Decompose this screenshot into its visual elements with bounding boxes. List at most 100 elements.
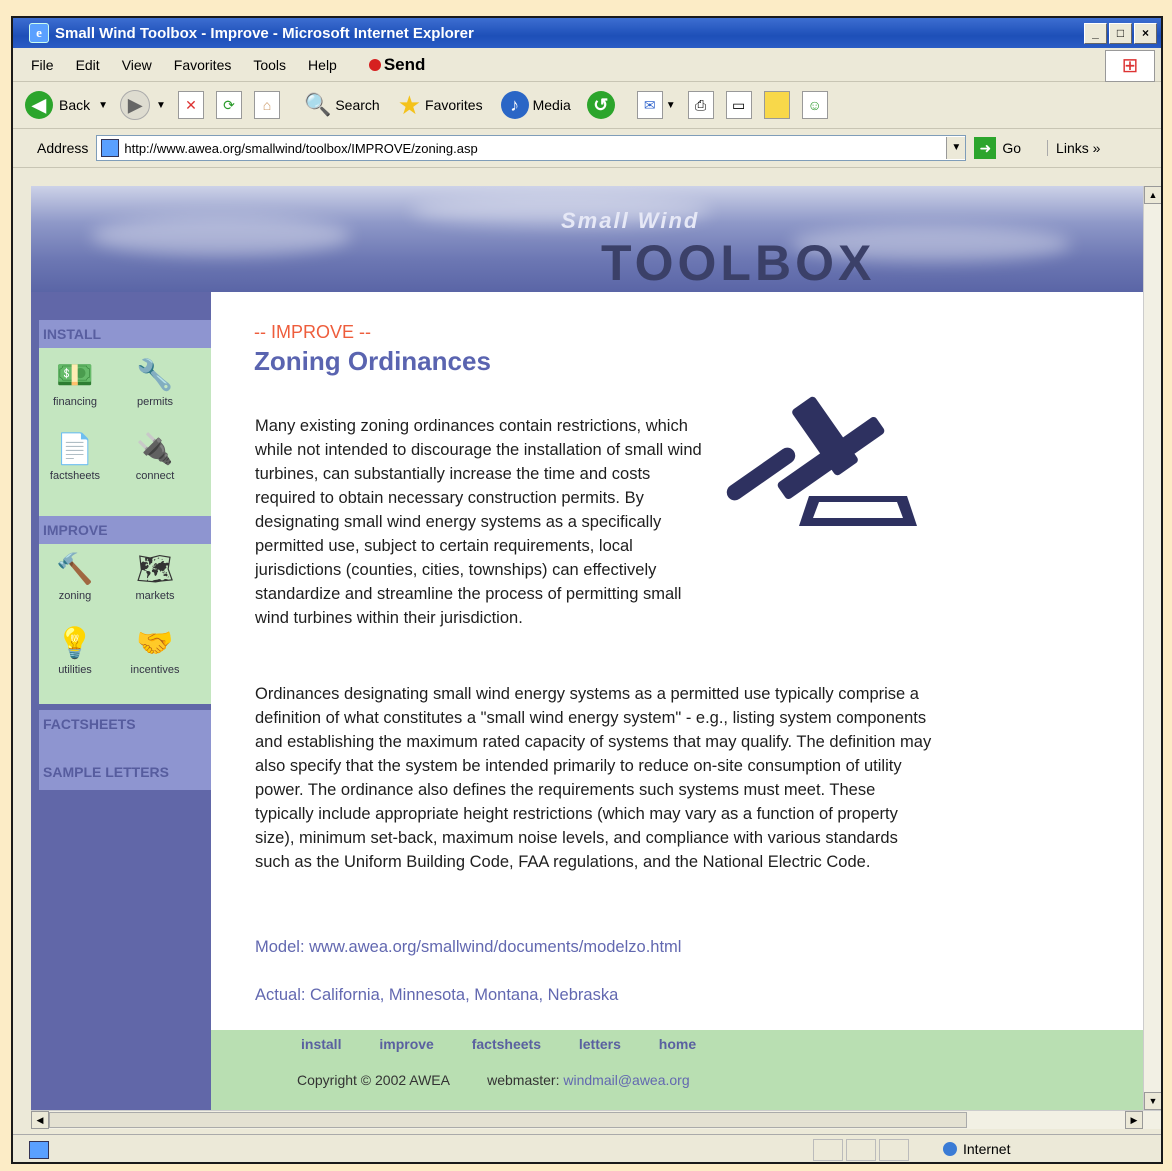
forward-button[interactable]: ▶ ▼ (120, 90, 166, 120)
media-button[interactable]: ♪ Media (500, 91, 571, 119)
sidebar-improve-heading[interactable]: IMPROVE (39, 516, 211, 544)
gavel-illustration (726, 396, 917, 526)
sidebar-install-heading[interactable]: INSTALL (39, 320, 211, 348)
banner-toolbox: TOOLBOX (601, 235, 876, 291)
install-panel: 💵 financing 🔧 permits 📄 factsheets 🔌 con… (39, 348, 211, 516)
close-button[interactable]: × (1134, 23, 1157, 44)
page-title: Zoning Ordinances (254, 346, 491, 376)
search-button[interactable]: 🔍 Search (304, 92, 380, 118)
actual-link-california[interactable]: California (310, 986, 380, 1004)
refresh-button[interactable]: ⟳ (215, 91, 242, 119)
sidebar-item-markets[interactable]: 🗺 markets (119, 550, 191, 602)
status-cells (813, 1139, 909, 1161)
banner-small-wind: Small Wind (561, 208, 700, 233)
footer-link-factsheets[interactable]: factsheets (472, 1036, 541, 1052)
mail-icon: ✉ (636, 91, 663, 119)
back-label: Back (59, 97, 91, 113)
actual-reference: Actual: California, Minnesota, Montana, … (255, 986, 619, 1004)
sidebar-item-zoning[interactable]: 🔨 zoning (39, 550, 111, 602)
edit-button[interactable]: ▭ (725, 91, 752, 119)
footer-link-letters[interactable]: letters (579, 1036, 621, 1052)
actual-link-nebraska[interactable]: Nebraska (548, 986, 619, 1004)
sidebar-item-label: utilities (58, 664, 92, 676)
sidebar-factsheets-link[interactable]: FACTSHEETS (43, 716, 136, 732)
model-link[interactable]: www.awea.org/smallwind/documents/modelzo… (309, 938, 681, 956)
page-content: Small Wind TOOLBOX INSTALL 💵 financing 🔧… (31, 186, 1143, 1110)
back-button[interactable]: ◀ Back ▼ (25, 91, 108, 119)
site-banner: Small Wind TOOLBOX (31, 186, 1143, 292)
favorites-button[interactable]: ★ Favorites (398, 90, 483, 121)
horizontal-scroll-thumb[interactable] (49, 1112, 967, 1128)
scroll-down-icon[interactable]: ▼ (1144, 1092, 1161, 1110)
zone-label: Internet (963, 1141, 1011, 1157)
footer-link-home[interactable]: home (659, 1036, 696, 1052)
media-icon: ♪ (500, 91, 529, 119)
plug-icon: 🔌 (136, 433, 174, 466)
go-label: Go (1002, 140, 1022, 156)
menu-view[interactable]: View (122, 57, 152, 73)
address-label: Address (37, 140, 89, 156)
footer-link-improve[interactable]: improve (379, 1036, 433, 1052)
vertical-scrollbar[interactable]: ▲ ▼ (1143, 186, 1161, 1110)
globe-icon (943, 1142, 957, 1156)
stop-button[interactable]: ✕ (177, 91, 204, 119)
discuss-button[interactable] (763, 91, 790, 119)
menu-file[interactable]: File (31, 57, 54, 73)
star-icon: ★ (397, 89, 422, 120)
money-icon: 💵 (56, 359, 94, 392)
minimize-button[interactable]: _ (1084, 23, 1107, 44)
title-bar: e Small Wind Toolbox - Improve - Microso… (13, 18, 1161, 48)
back-arrow-icon: ◀ (25, 91, 53, 119)
menu-bar: File Edit View Favorites Tools Help Send (13, 49, 1161, 82)
footer-nav: install improve factsheets letters home (301, 1036, 730, 1052)
section-kicker: -- IMPROVE -- (254, 322, 371, 342)
sidebar-item-connect[interactable]: 🔌 connect (119, 430, 191, 482)
actual-link-montana[interactable]: Montana (474, 986, 538, 1004)
media-label: Media (532, 97, 571, 113)
home-button[interactable]: ⌂ (253, 91, 280, 119)
scroll-left-icon[interactable]: ◀ (31, 1111, 49, 1129)
go-arrow-icon: ➜ (974, 137, 997, 159)
sidebar-item-financing[interactable]: 💵 financing (39, 356, 111, 408)
menu-tools[interactable]: Tools (253, 57, 286, 73)
edit-icon: ▭ (725, 91, 752, 119)
forward-dropdown-icon: ▼ (156, 99, 166, 111)
sidebar-item-label: connect (135, 470, 175, 482)
scroll-up-icon[interactable]: ▲ (1144, 186, 1161, 204)
sidebar: INSTALL 💵 financing 🔧 permits 📄 factshee… (31, 292, 211, 1110)
sidebar-item-label: factsheets (49, 470, 101, 482)
menu-favorites[interactable]: Favorites (174, 57, 232, 73)
sidebar-item-incentives[interactable]: 🤝 incentives (119, 624, 191, 676)
sidebar-item-permits[interactable]: 🔧 permits (119, 356, 191, 408)
menu-edit[interactable]: Edit (76, 57, 100, 73)
send-button[interactable]: Send (368, 55, 425, 75)
status-bar: Internet (13, 1134, 1161, 1162)
sidebar-item-factsheets[interactable]: 📄 factsheets (39, 430, 111, 482)
maximize-button[interactable]: □ (1109, 23, 1132, 44)
actual-link-minnesota[interactable]: Minnesota (389, 986, 465, 1004)
page-icon (101, 139, 120, 157)
discuss-icon (763, 91, 790, 119)
menu-help[interactable]: Help (308, 57, 337, 73)
home-icon: ⌂ (253, 91, 280, 119)
address-dropdown-icon[interactable]: ▼ (946, 137, 966, 159)
history-button[interactable]: ↺ (586, 91, 615, 119)
paragraph-2: Ordinances designating small wind energy… (255, 685, 932, 871)
go-button[interactable]: ➜ Go (974, 137, 1021, 159)
messenger-button[interactable]: ☺ (801, 91, 828, 119)
paragraph-1: Many existing zoning ordinances contain … (255, 417, 702, 627)
address-input[interactable]: http://www.awea.org/smallwind/toolbox/IM… (96, 135, 967, 161)
scroll-right-icon[interactable]: ▶ (1125, 1111, 1143, 1129)
wrench-icon: 🔧 (136, 359, 174, 392)
webmaster-email-link[interactable]: windmail@awea.org (563, 1072, 689, 1088)
horizontal-scrollbar[interactable]: ◀ ▶ (31, 1110, 1161, 1129)
links-button[interactable]: Links » (1047, 140, 1100, 156)
print-button[interactable]: ⎙ (687, 91, 714, 119)
map-icon: 🗺 (135, 553, 175, 586)
sidebar-sample-letters-link[interactable]: SAMPLE LETTERS (43, 764, 169, 780)
paragraph-1-part: Many existing zoning ordinances contain … (255, 414, 705, 630)
sidebar-item-utilities[interactable]: 💡 utilities (39, 624, 111, 676)
mail-button[interactable]: ✉ ▼ (636, 91, 676, 119)
lightbulb-icon: 💡 (56, 627, 94, 660)
footer-link-install[interactable]: install (301, 1036, 341, 1052)
